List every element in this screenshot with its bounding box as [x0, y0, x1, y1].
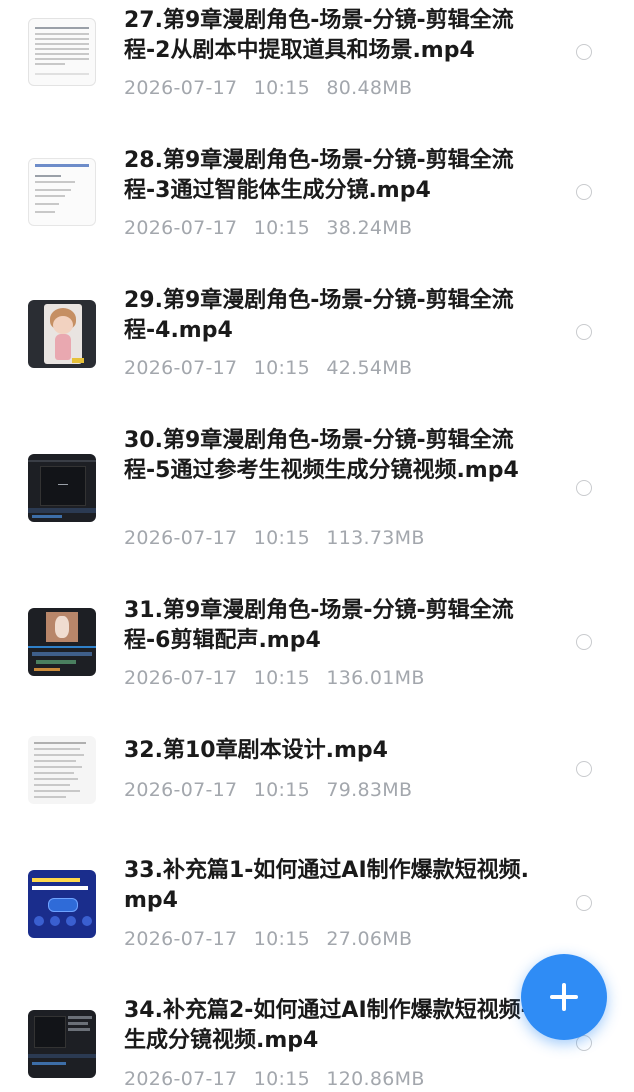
file-date: 2026-07-17	[124, 217, 238, 239]
file-meta: 2026-07-17 10:15 42.54MB	[124, 355, 422, 381]
file-meta: 2026-07-17 10:15 79.83MB	[124, 777, 422, 803]
file-date: 2026-07-17	[124, 667, 238, 689]
list-item[interactable]: 33.补充篇1-如何通过AI制作爆款短视频.mp4 2026-07-17 10:…	[0, 854, 634, 964]
file-date: 2026-07-17	[124, 779, 238, 801]
select-radio[interactable]	[576, 895, 592, 911]
video-thumbnail	[28, 870, 96, 938]
file-size: 27.06MB	[326, 928, 413, 950]
file-size: 38.24MB	[326, 217, 413, 239]
file-date: 2026-07-17	[124, 357, 238, 379]
file-meta: 2026-07-17 10:15 27.06MB	[124, 926, 422, 952]
select-radio[interactable]	[576, 184, 592, 200]
list-item[interactable]: 29.第9章漫剧角色-场景-分镜-剪辑全流程-4.mp4 2026-07-17 …	[0, 280, 634, 400]
list-item[interactable]: 30.第9章漫剧角色-场景-分镜-剪辑全流程-5通过参考生视频生成分镜视频.mp…	[0, 420, 634, 570]
add-button[interactable]	[521, 954, 607, 1040]
select-radio[interactable]	[576, 324, 592, 340]
file-date: 2026-07-17	[124, 928, 238, 950]
file-meta: 2026-07-17 10:15 113.73MB	[124, 525, 435, 551]
file-size: 136.01MB	[326, 667, 425, 689]
list-item[interactable]: 31.第9章漫剧角色-场景-分镜-剪辑全流程-6剪辑配声.mp4 2026-07…	[0, 590, 634, 710]
file-name: 29.第9章漫剧角色-场景-分镜-剪辑全流程-4.mp4	[124, 288, 514, 343]
plus-icon	[550, 983, 578, 1011]
file-time: 10:15	[253, 527, 311, 549]
file-time: 10:15	[253, 1068, 311, 1090]
select-radio[interactable]	[576, 634, 592, 650]
video-thumbnail	[28, 608, 96, 676]
video-thumbnail	[28, 736, 96, 804]
file-time: 10:15	[253, 357, 311, 379]
file-name: 30.第9章漫剧角色-场景-分镜-剪辑全流程-5通过参考生视频生成分镜视频.mp…	[124, 428, 519, 483]
file-time: 10:15	[253, 77, 311, 99]
file-size: 42.54MB	[326, 357, 413, 379]
file-meta: 2026-07-17 10:15 120.86MB	[124, 1066, 435, 1092]
file-date: 2026-07-17	[124, 527, 238, 549]
file-name: 27.第9章漫剧角色-场景-分镜-剪辑全流程-2从剧本中提取道具和场景.mp4	[124, 8, 514, 63]
select-radio[interactable]	[576, 761, 592, 777]
file-name: 31.第9章漫剧角色-场景-分镜-剪辑全流程-6剪辑配声.mp4	[124, 598, 514, 653]
file-name: 28.第9章漫剧角色-场景-分镜-剪辑全流程-3通过智能体生成分镜.mp4	[124, 148, 514, 203]
video-thumbnail	[28, 454, 96, 522]
file-time: 10:15	[253, 667, 311, 689]
file-time: 10:15	[253, 779, 311, 801]
file-size: 113.73MB	[326, 527, 425, 549]
video-thumbnail	[28, 158, 96, 226]
file-time: 10:15	[253, 928, 311, 950]
select-radio[interactable]	[576, 44, 592, 60]
file-name: 33.补充篇1-如何通过AI制作爆款短视频.mp4	[124, 858, 529, 913]
video-thumbnail	[28, 1010, 96, 1078]
file-size: 120.86MB	[326, 1068, 425, 1090]
list-item[interactable]: 28.第9章漫剧角色-场景-分镜-剪辑全流程-3通过智能体生成分镜.mp4 20…	[0, 140, 634, 260]
list-item[interactable]: 32.第10章剧本设计.mp4 2026-07-17 10:15 79.83MB	[0, 730, 634, 820]
select-radio[interactable]	[576, 480, 592, 496]
file-meta: 2026-07-17 10:15 136.01MB	[124, 665, 435, 691]
video-thumbnail	[28, 18, 96, 86]
file-name: 32.第10章剧本设计.mp4	[124, 738, 388, 763]
video-thumbnail	[28, 300, 96, 368]
file-meta: 2026-07-17 10:15 80.48MB	[124, 75, 422, 101]
file-date: 2026-07-17	[124, 1068, 238, 1090]
file-size: 79.83MB	[326, 779, 413, 801]
file-size: 80.48MB	[326, 77, 413, 99]
file-name: 34.补充篇2-如何通过AI制作爆款短视频-生成分镜视频.mp4	[124, 998, 530, 1053]
file-meta: 2026-07-17 10:15 38.24MB	[124, 215, 422, 241]
file-date: 2026-07-17	[124, 77, 238, 99]
file-time: 10:15	[253, 217, 311, 239]
list-item[interactable]: 27.第9章漫剧角色-场景-分镜-剪辑全流程-2从剧本中提取道具和场景.mp4 …	[0, 0, 634, 120]
